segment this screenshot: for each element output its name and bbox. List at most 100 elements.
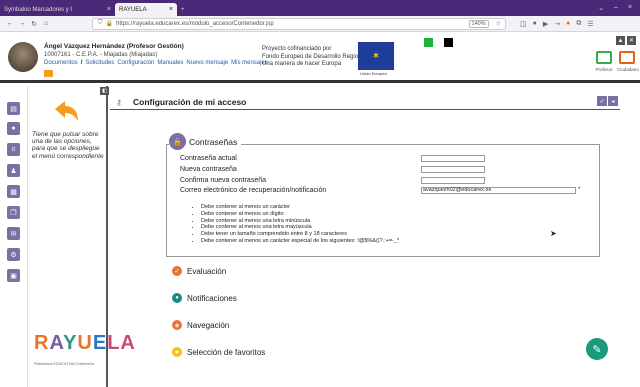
browser-toolbar: ← → ↻ ⌂ ⛉ 🔒 https://rayuela.educarex.es/… xyxy=(0,16,640,32)
favoritos-icon: ★ xyxy=(172,347,182,357)
left-icon-bar: ▤ ● it ♟ ▦ ❐ ✉ ⚙ ▣ xyxy=(0,86,28,387)
field-label-current: Contraseña actual xyxy=(180,155,237,162)
back-icon[interactable]: ← xyxy=(4,20,16,27)
logo-letter: Y xyxy=(63,332,78,354)
tab-rayuela-label: RAYUELA xyxy=(119,6,147,13)
new-tab-button[interactable]: + xyxy=(177,3,189,16)
section-navegacion[interactable]: ◈ Navegación xyxy=(172,320,229,330)
menu-solicitudes[interactable]: Solicitudes xyxy=(85,60,114,66)
section-favoritos[interactable]: ★ Selección de favoritos xyxy=(172,347,265,357)
rule-item: Debe contener al menos una letra mayúscu… xyxy=(201,224,399,231)
rule-item: Debe tener un tamaño comprendido entre 8… xyxy=(201,231,399,238)
close-tab-icon[interactable]: × xyxy=(169,6,173,13)
url-text: https://rayuela.educarex.es/modulo_acces… xyxy=(116,20,274,27)
menu-icon[interactable]: ☰ xyxy=(587,20,593,28)
home-icon[interactable]: ▤ xyxy=(7,102,20,115)
reload-icon[interactable]: ↻ xyxy=(28,20,40,28)
rule-item: Debe contener al menos un dígito xyxy=(201,211,399,218)
current-password-input[interactable] xyxy=(421,155,485,162)
role-ciudadano[interactable]: Ciudadano xyxy=(617,51,639,72)
section-evaluacion[interactable]: ✓ Evaluación xyxy=(172,266,226,276)
navegacion-icon: ◈ xyxy=(172,320,182,330)
menu-separator: / xyxy=(80,60,83,66)
user-card-icon[interactable]: ▣ xyxy=(7,269,20,282)
message-icon[interactable] xyxy=(44,70,53,77)
role-profesor[interactable]: Profesor xyxy=(594,51,614,72)
close-icon[interactable]: ✕ xyxy=(627,36,636,45)
logo-letter: A xyxy=(49,332,64,354)
save-check-icon[interactable]: ✓ xyxy=(597,96,607,106)
confirm-password-input[interactable] xyxy=(421,177,485,184)
close-window-icon[interactable]: × xyxy=(628,4,632,12)
required-mark: * xyxy=(578,187,581,193)
it-icon[interactable]: it xyxy=(7,143,20,156)
person-icon[interactable]: ● xyxy=(7,122,20,135)
mail-icon[interactable]: ✉ xyxy=(7,227,20,240)
pocket-icon[interactable]: ◫ xyxy=(520,20,527,28)
green-square[interactable] xyxy=(424,38,433,47)
section-evaluacion-label: Evaluación xyxy=(187,266,227,276)
password-rules: Debe contener al menos un carácter Debe … xyxy=(201,204,399,245)
chevron-down-icon[interactable]: ⌄ xyxy=(598,4,604,12)
ciudadano-icon xyxy=(619,51,635,64)
logo-letter: E xyxy=(92,332,108,354)
black-square[interactable] xyxy=(444,38,453,47)
menu-documentos[interactable]: Documentos xyxy=(44,60,78,66)
app-header: Ángel Vázquez Hernández (Profesor Gestió… xyxy=(0,33,640,83)
section-notificaciones-label: Notificaciones xyxy=(187,293,237,303)
minimize-icon[interactable]: – xyxy=(614,4,618,12)
menu-configuracion[interactable]: Configuración xyxy=(117,60,154,66)
back-arrow-icon[interactable] xyxy=(51,99,81,127)
arrow-icon[interactable]: ⇢ xyxy=(554,20,560,28)
profesor-icon xyxy=(596,51,612,64)
page-title: Configuración de mi acceso xyxy=(133,97,247,107)
tab-symbaloo[interactable]: Symbaloo Marcadores y I × xyxy=(0,3,115,16)
mouse-cursor: ➤ xyxy=(550,229,557,238)
section-notificaciones[interactable]: ● Notificaciones xyxy=(172,293,237,303)
tab-rayuela[interactable]: RAYUELA × xyxy=(115,3,177,16)
project-text: Proyecto cofinanciado por Fondo Europeo … xyxy=(262,46,366,69)
window-controls: ⌄ – × xyxy=(598,4,640,12)
documents-icon[interactable]: ❐ xyxy=(7,206,20,219)
play-icon[interactable]: ▶ xyxy=(543,20,548,28)
notificaciones-icon: ● xyxy=(172,293,182,303)
eu-caption: Unión Europea xyxy=(360,71,387,76)
group-icon[interactable]: ♟ xyxy=(7,164,20,177)
logo-subtitle: Plataforma EDUCATIVA Extremeña xyxy=(34,362,94,366)
recovery-email-input[interactable]: avazquezh02@educarex.es xyxy=(421,187,576,194)
collapse-panel-icon[interactable]: ◧ xyxy=(100,87,109,95)
field-label-confirm: Confirma nueva contraseña xyxy=(180,177,266,184)
logo-letter: U xyxy=(77,332,93,354)
gear-icon[interactable]: ⚙ xyxy=(7,248,20,261)
lock-icon: 🔒 xyxy=(105,21,113,27)
close-tab-icon[interactable]: × xyxy=(107,6,111,13)
extension-icon[interactable]: ● xyxy=(533,20,537,28)
forward-icon[interactable]: → xyxy=(16,20,28,27)
up-icon[interactable]: ▲ xyxy=(616,36,625,45)
project-line: Una manera de hacer Europa xyxy=(262,61,342,67)
logo-letter: R xyxy=(34,332,50,354)
project-line: Proyecto cofinanciado por xyxy=(262,46,332,52)
home-icon[interactable]: ⌂ xyxy=(40,20,52,27)
back-icon[interactable]: ◂ xyxy=(608,96,618,106)
field-label-new: Nueva contraseña xyxy=(180,166,237,173)
puzzle-icon[interactable]: ⧉ xyxy=(576,20,581,28)
key-icon: ⚷ xyxy=(116,98,122,107)
page-header: ⚷ Configuración de mi acceso ✓ ◂ xyxy=(110,95,620,110)
role-profesor-label: Profesor xyxy=(595,67,613,72)
field-label-email: Correo electrónico de recuperación/notif… xyxy=(180,187,327,194)
new-password-input[interactable] xyxy=(421,166,485,173)
rule-item: Debe contener al menos un carácter xyxy=(201,204,399,211)
menu-nuevo-mensaje[interactable]: Nuevo mensaje xyxy=(186,60,228,66)
address-bar[interactable]: ⛉ 🔒 https://rayuela.educarex.es/modulo_a… xyxy=(92,17,506,30)
calendar-icon[interactable]: ▦ xyxy=(7,185,20,198)
edit-fab-button[interactable]: ✎ xyxy=(586,338,608,360)
bookmark-star-icon[interactable]: ☆ xyxy=(496,20,501,27)
menu-manuales[interactable]: Manuales xyxy=(157,60,183,66)
lock-icon: 🔒 xyxy=(169,133,186,150)
extensions: ◫ ● ▶ ⇢ ● ⧉ ☰ xyxy=(520,20,594,28)
zoom-level[interactable]: 140% xyxy=(468,19,489,28)
user-name: Ángel Vázquez Hernández (Profesor Gestió… xyxy=(44,43,184,50)
project-line: Fondo Europeo de Desarrollo Regional xyxy=(262,53,367,60)
addon-icon[interactable]: ● xyxy=(566,20,570,28)
